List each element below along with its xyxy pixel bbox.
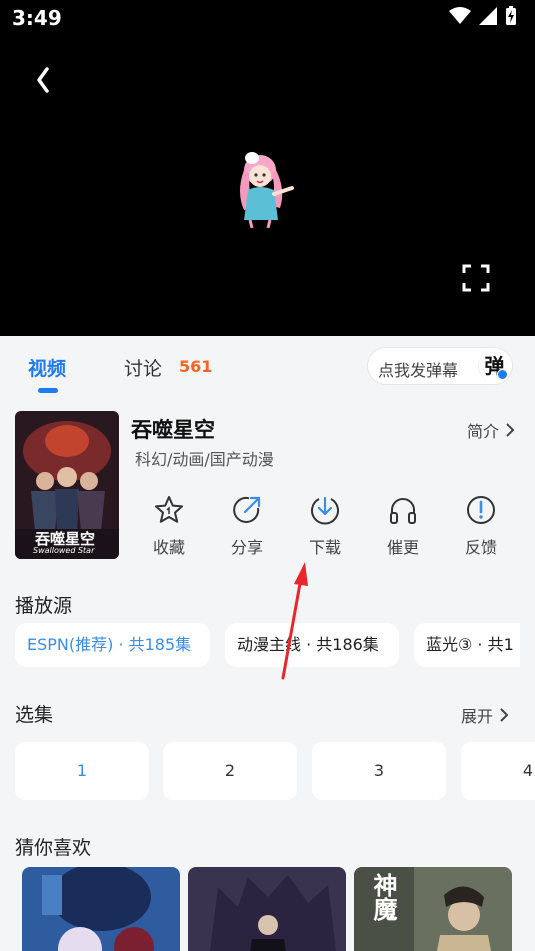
battery-charging-icon bbox=[506, 6, 516, 25]
show-title: 吞噬星空 bbox=[131, 418, 215, 442]
poster-subtitle-text: Swallowed Star bbox=[33, 546, 95, 555]
status-bar: 3:49 bbox=[0, 0, 535, 36]
source-chip[interactable]: ESPN(推荐) · 共185集 bbox=[15, 623, 210, 667]
chevron-right-icon bbox=[500, 708, 509, 722]
share-icon bbox=[233, 496, 261, 523]
signal-icon bbox=[479, 7, 497, 25]
chevron-right-icon bbox=[506, 423, 515, 437]
download-icon bbox=[311, 496, 339, 525]
urge-update-label: 催更 bbox=[386, 538, 419, 557]
expand-episodes-button[interactable]: 展开 bbox=[461, 703, 509, 727]
headphones-icon bbox=[390, 498, 416, 524]
recommend-title: 猜你喜欢 bbox=[15, 837, 92, 859]
danmaku-status-dot bbox=[497, 369, 508, 380]
wifi-icon bbox=[449, 7, 471, 24]
show-genres: 科幻/动画/国产动漫 bbox=[135, 450, 274, 469]
tab-video[interactable]: 视频 bbox=[28, 354, 66, 381]
share-button[interactable]: 分享 bbox=[208, 494, 286, 558]
episode-button[interactable]: 4 bbox=[461, 742, 535, 800]
urge-update-button[interactable]: 催更 bbox=[364, 494, 442, 558]
feedback-label: 反馈 bbox=[464, 538, 497, 557]
feedback-icon bbox=[467, 496, 495, 524]
download-label: 下载 bbox=[308, 538, 341, 557]
star-icon bbox=[155, 496, 183, 523]
episodes-title: 选集 bbox=[15, 704, 54, 726]
danmaku-label: 点我发弹幕 bbox=[378, 361, 459, 380]
action-bar: 收藏 分享 下载 催更 反馈 bbox=[130, 494, 530, 560]
send-danmaku-button[interactable]: 点我发弹幕 弹 bbox=[367, 347, 513, 385]
show-poster[interactable]: 吞噬星空 Swallowed Star bbox=[15, 411, 119, 559]
episode-button[interactable]: 1 bbox=[15, 742, 149, 800]
feedback-button[interactable]: 反馈 bbox=[442, 494, 520, 558]
tab-active-indicator bbox=[38, 388, 58, 393]
fullscreen-icon[interactable] bbox=[460, 262, 492, 294]
intro-label: 简介 bbox=[467, 422, 500, 441]
recommend-card[interactable] bbox=[22, 867, 180, 951]
source-chip[interactable]: 蓝光③ · 共1 bbox=[414, 623, 520, 667]
status-time: 3:49 bbox=[12, 6, 62, 30]
mascot-illustration bbox=[240, 152, 294, 228]
download-button[interactable]: 下载 bbox=[286, 494, 364, 558]
discussion-count: 561 bbox=[179, 357, 213, 376]
episode-button[interactable]: 3 bbox=[312, 742, 446, 800]
back-icon[interactable] bbox=[30, 62, 58, 98]
expand-label: 展开 bbox=[461, 707, 494, 726]
episode-button[interactable]: 2 bbox=[163, 742, 297, 800]
share-label: 分享 bbox=[230, 538, 263, 557]
favorite-label: 收藏 bbox=[152, 538, 185, 557]
recommend-card[interactable] bbox=[188, 867, 346, 951]
source-chip[interactable]: 动漫主线 · 共186集 bbox=[225, 623, 399, 667]
sources-title: 播放源 bbox=[15, 595, 73, 617]
favorite-button[interactable]: 收藏 bbox=[130, 494, 208, 558]
recommend-card[interactable]: 神魔 bbox=[354, 867, 512, 951]
video-player[interactable] bbox=[0, 36, 535, 336]
tab-discussion[interactable]: 讨论 bbox=[124, 354, 162, 381]
intro-button[interactable]: 简介 bbox=[467, 418, 515, 442]
recommend-poster-text: 神魔 bbox=[369, 873, 397, 921]
